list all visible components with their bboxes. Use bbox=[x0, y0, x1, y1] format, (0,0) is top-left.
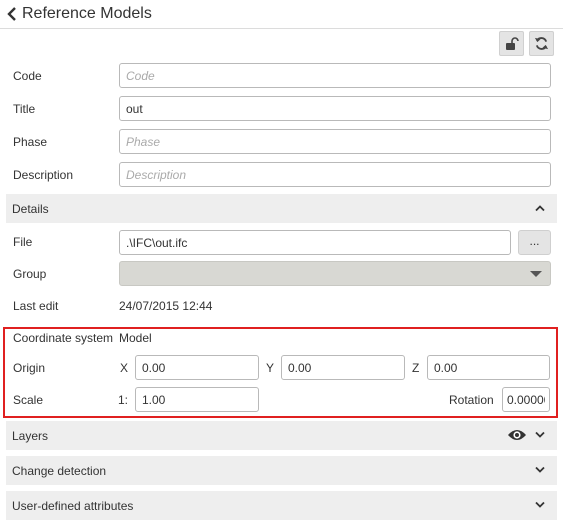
coordinate-system-value: Model bbox=[119, 331, 152, 345]
coordinate-system-label: Coordinate system bbox=[13, 331, 114, 345]
header: Reference Models bbox=[0, 0, 563, 29]
user-defined-attributes-section-header[interactable]: User-defined attributes bbox=[6, 491, 557, 520]
details-section-header[interactable]: Details bbox=[6, 194, 557, 223]
scale-label: Scale bbox=[13, 393, 44, 407]
origin-y-label: Y bbox=[266, 361, 275, 375]
origin-label: Origin bbox=[13, 361, 46, 375]
last-edit-value: 24/07/2015 12:44 bbox=[119, 299, 213, 313]
chevron-down-icon[interactable] bbox=[535, 501, 545, 509]
refresh-button[interactable] bbox=[529, 31, 554, 56]
rotation-label: Rotation bbox=[449, 393, 494, 407]
last-edit-label: Last edit bbox=[13, 299, 59, 313]
chevron-up-icon[interactable] bbox=[535, 204, 545, 212]
origin-y-input[interactable] bbox=[281, 355, 405, 380]
caret-down-icon bbox=[530, 271, 542, 277]
chevron-left-icon[interactable] bbox=[6, 7, 18, 21]
refresh-icon bbox=[534, 37, 549, 50]
scale-input[interactable] bbox=[135, 387, 259, 412]
page-title: Reference Models bbox=[22, 5, 152, 22]
phase-input[interactable] bbox=[119, 129, 551, 154]
file-label: File bbox=[13, 235, 33, 249]
chevron-down-icon[interactable] bbox=[535, 431, 545, 439]
origin-z-input[interactable] bbox=[427, 355, 550, 380]
description-input[interactable] bbox=[119, 162, 551, 187]
code-input[interactable] bbox=[119, 63, 551, 88]
origin-x-input[interactable] bbox=[135, 355, 259, 380]
unlock-icon bbox=[505, 36, 519, 50]
change-detection-section-label: Change detection bbox=[12, 464, 107, 478]
code-label: Code bbox=[13, 69, 42, 83]
eye-icon[interactable] bbox=[507, 428, 527, 442]
browse-file-button[interactable]: ... bbox=[518, 230, 551, 255]
change-detection-section-header[interactable]: Change detection bbox=[6, 456, 557, 485]
chevron-down-icon[interactable] bbox=[535, 466, 545, 474]
group-select[interactable] bbox=[119, 261, 551, 286]
layers-section-header[interactable]: Layers bbox=[6, 421, 557, 450]
layers-section-label: Layers bbox=[12, 429, 49, 443]
details-section-label: Details bbox=[12, 202, 49, 216]
title-label: Title bbox=[13, 102, 36, 116]
origin-x-label: X bbox=[120, 361, 129, 375]
phase-label: Phase bbox=[13, 135, 48, 149]
user-defined-attributes-section-label: User-defined attributes bbox=[12, 499, 134, 513]
origin-z-label: Z bbox=[412, 361, 420, 375]
title-input[interactable] bbox=[119, 96, 551, 121]
scale-prefix: 1: bbox=[118, 393, 129, 407]
rotation-input[interactable] bbox=[502, 387, 550, 412]
unlock-button[interactable] bbox=[499, 31, 524, 56]
group-label: Group bbox=[13, 267, 47, 281]
file-input[interactable] bbox=[119, 230, 511, 255]
description-label: Description bbox=[13, 168, 74, 182]
